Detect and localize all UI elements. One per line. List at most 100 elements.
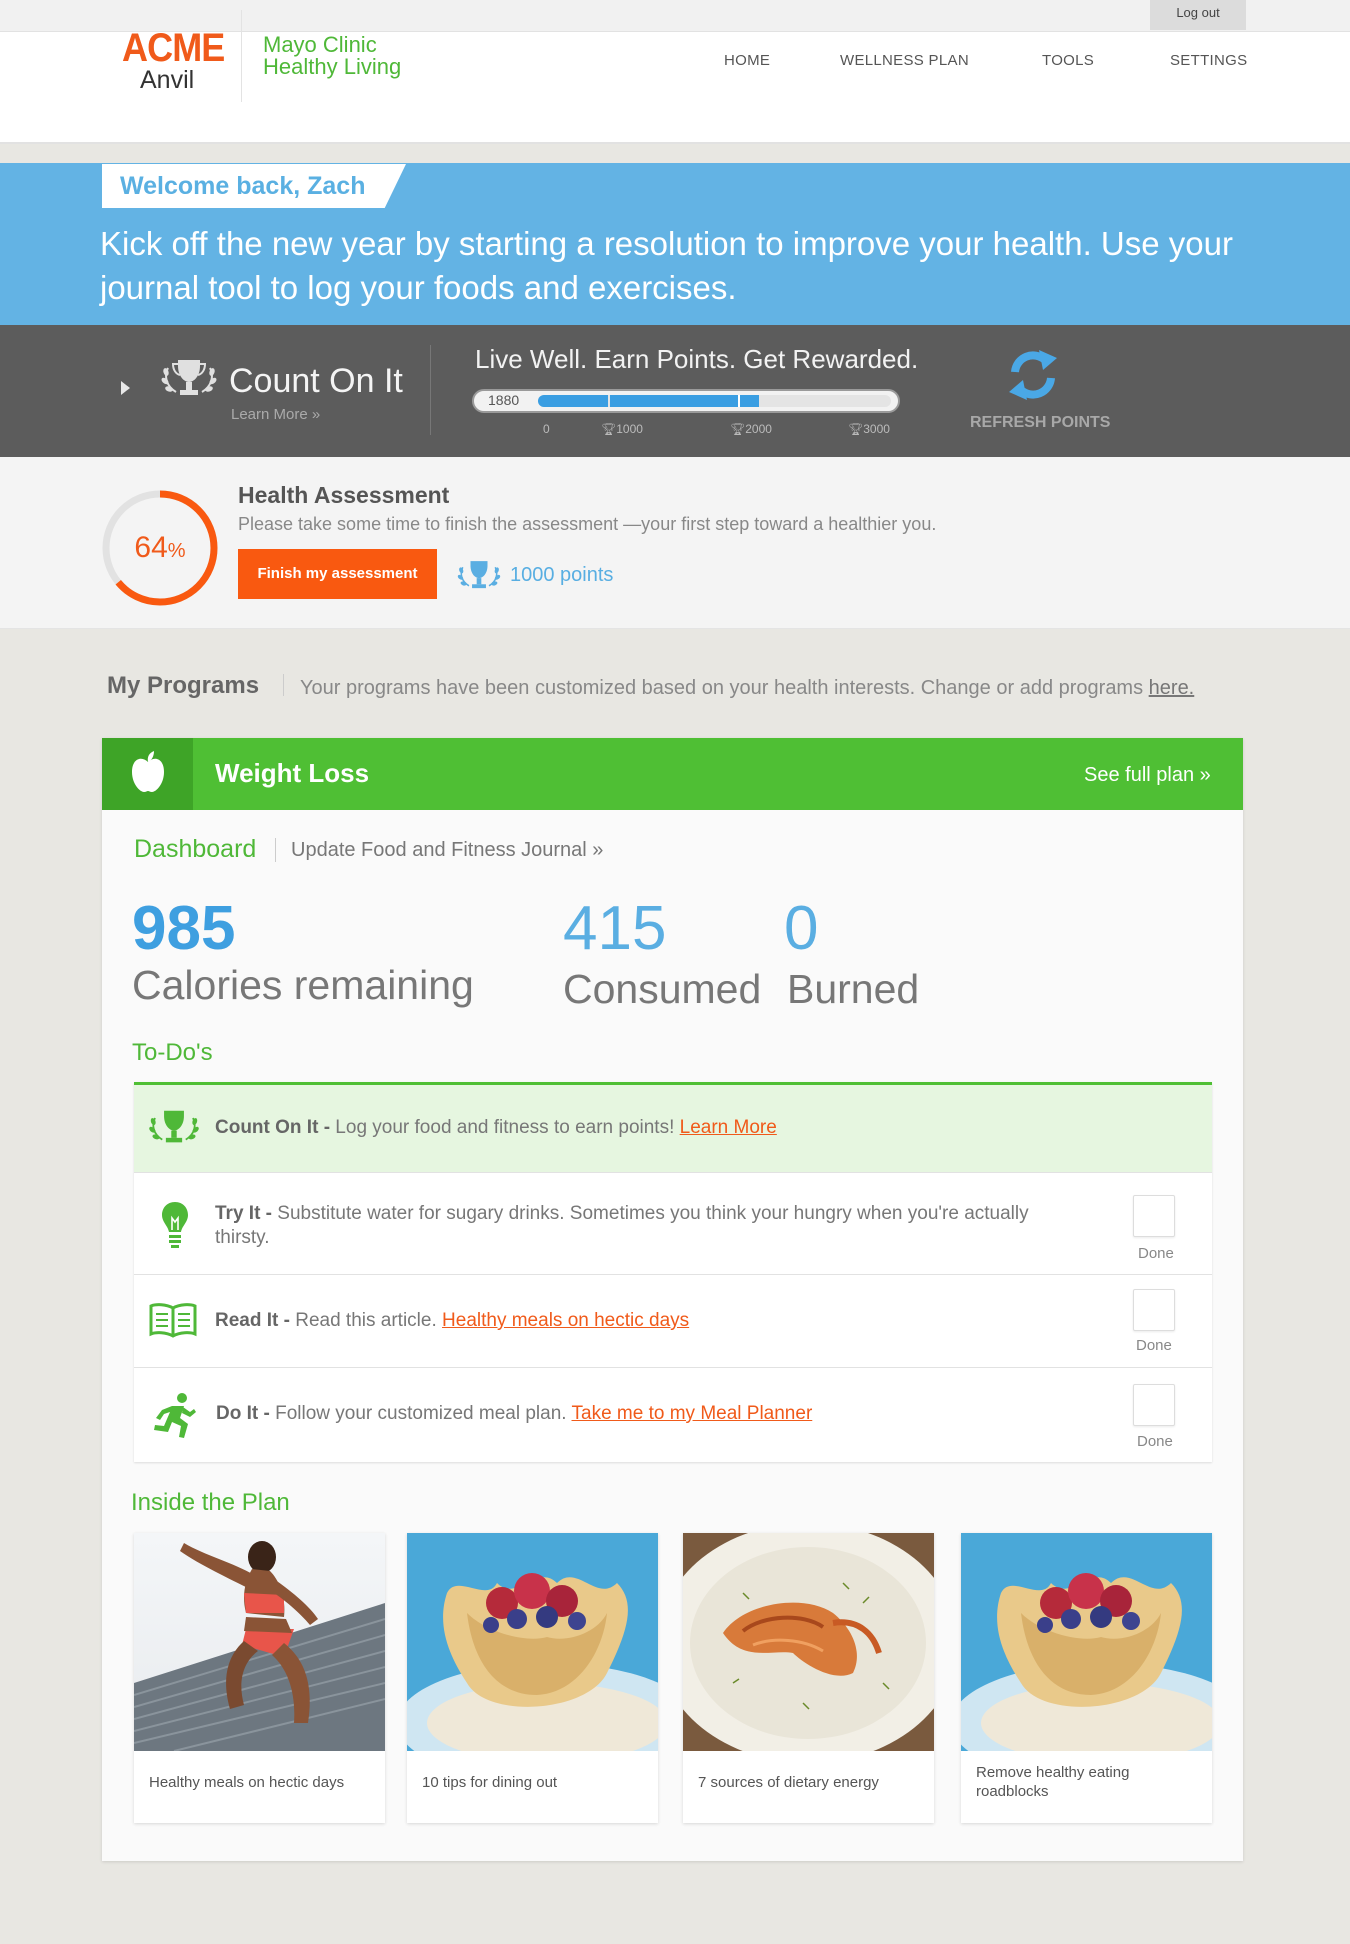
book-icon (149, 1303, 197, 1338)
inside-plan-title: Inside the Plan (131, 1489, 290, 1516)
programs-divider (283, 674, 284, 696)
apple-icon (132, 751, 164, 792)
todo-divider (134, 1172, 1212, 1173)
see-full-plan-link[interactable]: See full plan » (1084, 764, 1211, 787)
progress-tick-2000: 🏆︎2000 (730, 422, 772, 436)
nav-home[interactable]: HOME (724, 52, 770, 69)
assessment-percent: 64% (100, 488, 220, 608)
mini-trophy-icon: 🏆︎ (601, 422, 617, 436)
count-on-it-title: Count On It (229, 362, 403, 400)
mini-trophy-icon: 🏆︎ (730, 422, 746, 436)
todo-body: Log your food and fitness to earn points… (330, 1117, 680, 1138)
logo-anvil: Anvil (140, 66, 195, 94)
change-programs-link[interactable]: here. (1149, 677, 1195, 699)
article-tile[interactable]: Remove healthy eating roadblocks (961, 1533, 1212, 1823)
running-person-icon (154, 1393, 196, 1438)
mini-trophy-icon: 🏆︎ (848, 422, 864, 436)
partner-line-2: Healthy Living (263, 54, 402, 79)
article-tile[interactable]: 10 tips for dining out (407, 1533, 658, 1823)
logout-button[interactable]: Log out (1150, 0, 1246, 30)
dessert-photo (407, 1533, 658, 1751)
todo-body: Read this article. (289, 1310, 443, 1331)
todo-try-it: Try It - Substitute water for sugary dri… (215, 1202, 1035, 1250)
article-image-soup (683, 1533, 934, 1751)
article-caption: Healthy meals on hectic days (149, 1774, 345, 1791)
assessment-percent-value: 64 (134, 531, 168, 564)
todo-body: Follow your customized meal plan. (269, 1403, 572, 1424)
progress-segment-divider (738, 395, 740, 407)
points-progress-fill (538, 395, 760, 407)
trophy-icon (161, 360, 217, 395)
todo-prefix: Read It - (215, 1310, 290, 1331)
refresh-icon[interactable] (1005, 348, 1061, 402)
nav-tools[interactable]: TOOLS (1042, 52, 1094, 69)
welcome-heading: Welcome back, Zach (120, 172, 366, 200)
programs-description-text: Your programs have been customized based… (300, 677, 1149, 699)
done-label: Done (1137, 1433, 1173, 1450)
calories-consumed-value: 415 (563, 894, 667, 963)
progress-tick-3000: 🏆︎3000 (848, 422, 890, 436)
todo-body: Substitute water for sugary drinks. Some… (215, 1203, 1029, 1248)
runner-photo (134, 1533, 385, 1751)
soup-photo (683, 1533, 934, 1751)
tab-divider (275, 838, 276, 862)
progress-tick-2000-label: 2000 (745, 422, 772, 436)
programs-description: Your programs have been customized based… (300, 677, 1194, 700)
article-caption: Remove healthy eating roadblocks (976, 1764, 1130, 1800)
todo-prefix: Count On It - (215, 1117, 331, 1138)
tab-update-journal[interactable]: Update Food and Fitness Journal » (291, 839, 603, 862)
points-current-value: 1880 (488, 392, 520, 408)
calories-burned-value: 0 (784, 894, 819, 963)
nav-settings[interactable]: SETTINGS (1170, 52, 1247, 69)
done-checkbox[interactable] (1133, 1384, 1175, 1426)
nav-wellness-plan[interactable]: WELLNESS PLAN (840, 52, 969, 69)
logo-divider (241, 10, 242, 102)
programs-title: My Programs (107, 672, 260, 699)
trophy-icon (149, 1110, 199, 1143)
count-on-it-learn-more-link[interactable]: Learn More » (231, 406, 320, 423)
progress-tick-1000: 🏆︎1000 (601, 422, 643, 436)
todo-read-it: Read It - Read this article. Healthy mea… (215, 1309, 1035, 1333)
tab-dashboard[interactable]: Dashboard (134, 835, 256, 864)
progress-tick-3000-label: 3000 (863, 422, 890, 436)
expand-arrow-icon[interactable] (121, 381, 130, 395)
finish-assessment-button[interactable]: Finish my assessment (238, 549, 437, 599)
rewards-tagline: Live Well. Earn Points. Get Rewarded. (475, 344, 919, 374)
assessment-percent-sign: % (167, 540, 186, 562)
logo-acme[interactable]: ACME (122, 26, 225, 71)
partner-line-1: Mayo Clinic (263, 32, 377, 57)
refresh-points-button[interactable]: REFRESH POINTS (970, 414, 1110, 432)
article-image-dessert (407, 1533, 658, 1751)
calories-burned-label: Burned (787, 966, 920, 1012)
partner-logo: Mayo Clinic Healthy Living (263, 34, 401, 78)
article-caption: 7 sources of dietary energy (698, 1774, 879, 1791)
done-label: Done (1136, 1337, 1172, 1354)
todos-title: To-Do's (132, 1039, 213, 1066)
done-label: Done (1138, 1245, 1174, 1262)
article-image-runner (134, 1533, 385, 1751)
assessment-points: 1000 points (510, 564, 614, 586)
article-caption: 10 tips for dining out (422, 1774, 558, 1791)
done-checkbox[interactable] (1133, 1289, 1175, 1331)
article-image-dessert (961, 1533, 1212, 1751)
calories-remaining-label: Calories remaining (132, 962, 474, 1008)
lightbulb-icon (162, 1202, 188, 1248)
todo-meal-planner-link[interactable]: Take me to my Meal Planner (572, 1403, 813, 1424)
todo-learn-more-link[interactable]: Learn More (680, 1117, 777, 1138)
dessert-photo (961, 1533, 1212, 1751)
todo-divider (134, 1274, 1212, 1275)
todo-count-on-it: Count On It - Log your food and fitness … (215, 1116, 1115, 1140)
assessment-title: Health Assessment (238, 482, 450, 508)
done-checkbox[interactable] (1133, 1195, 1175, 1237)
progress-tick-1000-label: 1000 (616, 422, 643, 436)
todo-article-link[interactable]: Healthy meals on hectic days (442, 1310, 689, 1331)
article-tile[interactable]: 7 sources of dietary energy (683, 1533, 934, 1823)
calories-consumed-label: Consumed (563, 966, 762, 1012)
article-tile[interactable]: Healthy meals on hectic days (134, 1533, 385, 1823)
points-divider (430, 345, 431, 435)
todo-prefix: Do It - (216, 1403, 270, 1424)
progress-tick-0: 0 (543, 422, 550, 436)
program-title: Weight Loss (215, 758, 370, 788)
calories-remaining-value: 985 (132, 894, 236, 963)
assessment-description: Please take some time to finish the asse… (238, 514, 937, 534)
